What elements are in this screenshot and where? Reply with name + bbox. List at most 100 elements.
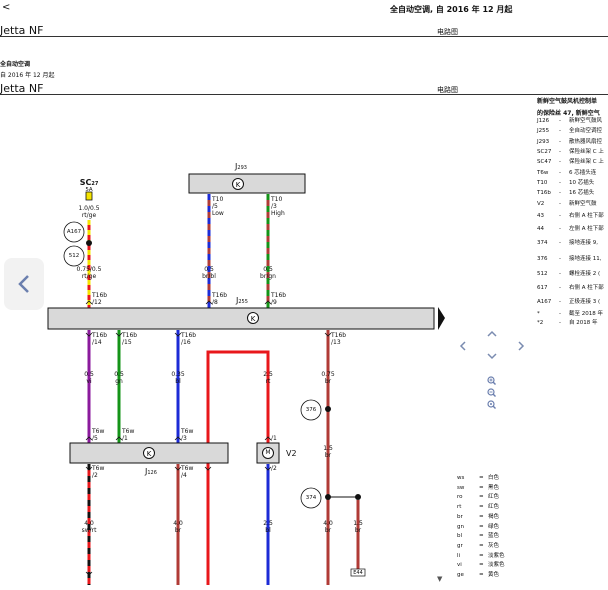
- j126-label: J126: [145, 468, 157, 477]
- wire-brgn-color: br/gn: [260, 273, 276, 280]
- legend-equals: =: [479, 504, 484, 511]
- pan-left-icon[interactable]: [459, 341, 466, 351]
- zoom-reset-icon[interactable]: [487, 400, 496, 409]
- legend-code: ws: [457, 475, 465, 481]
- sc27-rating: 5A: [85, 187, 93, 193]
- legend-item: rt = 红色: [457, 502, 499, 510]
- legend-code: sw: [457, 484, 465, 491]
- legend-equals: =: [479, 513, 484, 520]
- t16b-15-no: /15: [122, 339, 132, 346]
- wire-rt-color: rt: [265, 378, 271, 385]
- previous-page-button[interactable]: [4, 258, 44, 310]
- j255-label: J255: [236, 297, 248, 306]
- zoom-in-icon[interactable]: [487, 376, 496, 385]
- legend-code: br: [457, 513, 463, 520]
- legend-name: 黄色: [488, 572, 500, 578]
- legend-name: 蓝色: [488, 533, 500, 540]
- v2-label: V2: [286, 449, 297, 458]
- legend-equals: =: [479, 542, 484, 549]
- wire-br40-color: br: [174, 527, 182, 534]
- j126-sub: 126: [147, 470, 157, 476]
- j293-sub: 293: [237, 165, 247, 171]
- v2-m-label: M: [265, 449, 271, 456]
- chevron-left-icon: [18, 275, 29, 293]
- zoom-out-icon[interactable]: [487, 388, 496, 397]
- n374-label: 374: [305, 495, 317, 501]
- a167-node: [86, 240, 92, 246]
- j255-box: [47, 307, 435, 330]
- t6w-5-no: /5: [92, 435, 98, 442]
- legend-item: li = 淡紫色: [457, 551, 505, 559]
- v2-pin-2: /2: [271, 465, 277, 472]
- wire-t12-color: rt/ge: [81, 273, 97, 280]
- legend-item: ws = 白色: [457, 473, 499, 481]
- wire-vi-color: vi: [86, 378, 92, 385]
- branch-node: [355, 494, 361, 500]
- legend-item: ro = 红色: [457, 492, 499, 500]
- wire-sc27-color: rt/ge: [81, 212, 97, 219]
- wire-brbl-color: br/bl: [202, 273, 216, 280]
- legend-equals: =: [479, 523, 484, 530]
- svg-text:K: K: [147, 450, 152, 458]
- t6w-4-no: /4: [181, 472, 187, 479]
- legend-code: rt: [457, 504, 462, 511]
- j255-k-icon: K: [247, 312, 259, 324]
- legend-item: gn = 绿色: [457, 522, 499, 530]
- a167-label: A167: [66, 229, 82, 235]
- svg-text:K: K: [236, 181, 241, 189]
- legend-code: ro: [457, 494, 463, 501]
- legend-item: gr = 灰色: [457, 541, 499, 549]
- j293-label: J293: [235, 163, 247, 172]
- t16b-14-no: /14: [92, 339, 102, 346]
- legend-name: 红色: [488, 494, 500, 501]
- t16b-16-no: /16: [181, 339, 191, 346]
- legend-name: 淡紫色: [488, 562, 505, 569]
- wire-bl-color: bl: [175, 378, 181, 385]
- legend-equals: =: [479, 572, 484, 578]
- t16b-12-no: /12: [92, 299, 102, 306]
- j255-sub: 255: [238, 299, 248, 305]
- legend-name: 红色: [488, 504, 500, 511]
- legend-item: ge = 黄色: [457, 570, 499, 578]
- legend-equals: =: [479, 552, 484, 559]
- n376-node: [325, 406, 331, 412]
- legend-code: ge: [457, 572, 464, 578]
- pan-down-icon[interactable]: [487, 353, 497, 360]
- legend-item: sw = 黑色: [457, 483, 499, 491]
- legend-item: bl = 蓝色: [457, 531, 499, 539]
- legend-name: 淡紫色: [488, 552, 505, 559]
- j293-k-icon: K: [232, 178, 244, 190]
- t6w-2-no: /2: [92, 472, 98, 479]
- wire-br40b-color: br: [324, 527, 332, 534]
- v2-pin-1: /1: [271, 435, 277, 442]
- j255-arrow: [438, 307, 445, 330]
- e44-label: E44: [353, 570, 363, 576]
- legend-scroll-down-icon[interactable]: ▼: [437, 575, 442, 583]
- j126-k-icon: K: [143, 447, 155, 459]
- legend-item: vi = 淡紫色: [457, 560, 505, 568]
- legend-name: 黑色: [488, 484, 500, 491]
- legend-code: vi: [457, 562, 462, 569]
- wire-rt: [206, 350, 270, 585]
- legend-name: 白色: [488, 475, 500, 481]
- n376-label: 376: [305, 407, 317, 413]
- t6w-3-no: /3: [181, 435, 187, 442]
- legend-equals: =: [479, 494, 484, 501]
- legend-equals: =: [479, 475, 484, 481]
- pan-right-icon[interactable]: [518, 341, 525, 351]
- legend-equals: =: [479, 533, 484, 540]
- t16b-8-no: /8: [212, 299, 218, 306]
- legend-code: bl: [457, 533, 463, 540]
- j293-box: [188, 173, 306, 194]
- pan-up-icon[interactable]: [487, 330, 497, 337]
- wire-br13-color: br: [324, 378, 332, 385]
- t10-3-note: High: [271, 210, 285, 217]
- wire-swrt-color: sw/rt: [81, 527, 97, 534]
- legend-code: li: [457, 552, 461, 559]
- legend-item: br = 褐色: [457, 512, 499, 520]
- wire-bl25-color: bl: [265, 527, 271, 534]
- t10-5-note: Low: [212, 210, 224, 217]
- legend-name: 褐色: [488, 513, 500, 520]
- n512-label: 512: [68, 253, 80, 259]
- sc27-name: SC: [79, 178, 92, 187]
